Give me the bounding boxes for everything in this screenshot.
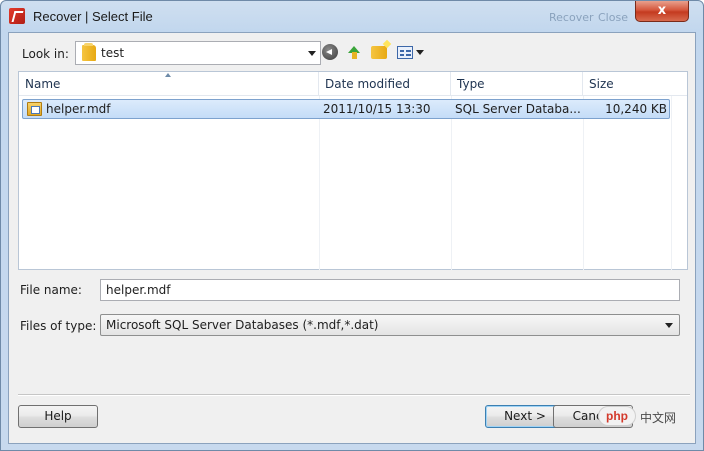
look-in-value: test (101, 46, 125, 60)
column-divider (451, 96, 452, 270)
back-icon[interactable] (322, 44, 338, 60)
background-title-recover: Recover (549, 11, 594, 24)
database-file-icon (27, 102, 42, 116)
files-of-type-select[interactable]: Microsoft SQL Server Databases (*.mdf,*.… (100, 314, 680, 336)
column-header-date-modified[interactable]: Date modified (319, 72, 451, 96)
site-watermark: php 中文网 (598, 403, 696, 429)
column-header-name-label: Name (25, 77, 61, 91)
new-folder-icon[interactable] (371, 46, 387, 59)
dialog-client-area: Look in: test Name Date modified Type Si… (8, 32, 696, 444)
look-in-label: Look in: (22, 47, 69, 61)
views-dropdown-arrow-icon[interactable] (416, 50, 424, 55)
files-of-type-value: Microsoft SQL Server Databases (*.mdf,*.… (106, 318, 379, 332)
file-name-label: File name: (20, 283, 82, 297)
chevron-down-icon[interactable] (308, 51, 316, 56)
chevron-down-icon[interactable] (665, 323, 673, 328)
look-in-dropdown[interactable]: test (75, 41, 321, 65)
app-icon (9, 8, 25, 24)
file-list[interactable]: Name Date modified Type Size helper.mdf … (18, 71, 688, 270)
column-header-size[interactable]: Size (583, 72, 687, 96)
file-date-cell: 2011/10/15 13:30 (323, 102, 431, 116)
window-title: Recover | Select File (33, 9, 153, 24)
column-header-name[interactable]: Name (19, 72, 319, 96)
column-divider (319, 96, 320, 270)
file-size-cell: 10,240 KB (605, 102, 667, 116)
background-title-close: Close (598, 11, 628, 24)
file-name-input[interactable]: helper.mdf (100, 279, 680, 301)
files-of-type-label: Files of type: (20, 319, 97, 333)
file-name-cell: helper.mdf (46, 102, 111, 116)
column-divider (583, 96, 584, 270)
column-divider (671, 96, 672, 270)
close-button[interactable]: x (635, 1, 689, 22)
file-list-header: Name Date modified Type Size (19, 72, 687, 96)
views-menu-icon[interactable] (397, 46, 413, 59)
separator (18, 394, 690, 396)
help-button[interactable]: Help (18, 405, 98, 428)
file-row-selected[interactable]: helper.mdf 2011/10/15 13:30 SQL Server D… (22, 99, 670, 119)
sort-ascending-icon (165, 73, 171, 77)
dialog-window: Recover | Select File Recover Close x Lo… (0, 0, 704, 451)
up-folder-icon[interactable] (346, 44, 362, 60)
folder-icon (82, 43, 96, 61)
watermark-text: 中文网 (640, 411, 677, 425)
file-type-cell: SQL Server Databa... (455, 102, 581, 116)
column-header-type[interactable]: Type (451, 72, 583, 96)
watermark-logo: php (598, 406, 636, 426)
title-bar[interactable]: Recover | Select File Recover Close x (1, 1, 703, 33)
